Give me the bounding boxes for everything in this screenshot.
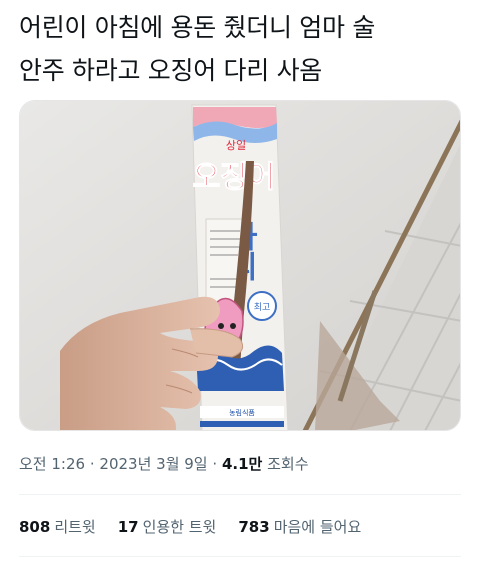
divider — [19, 494, 461, 495]
tweet-stats: 808 리트윗 17 인용한 트윗 783 마음에 들어요 — [19, 516, 383, 537]
likes-count: 783 — [238, 518, 270, 536]
package-badge: 최고 — [254, 302, 271, 313]
retweets-stat[interactable]: 808 리트윗 — [19, 516, 96, 537]
tweet-text: 어린이 아침에 용돈 줬더니 엄마 술 안주 하라고 오징어 다리 사옴 — [19, 13, 376, 85]
squid-package: 상일 오징어 다리 최고 농림식품 — [191, 104, 289, 430]
likes-stat[interactable]: 783 마음에 들어요 — [238, 516, 361, 537]
package-title-line1: 오징어 — [193, 160, 276, 195]
quotes-count: 17 — [117, 518, 139, 536]
quotes-label: 인용한 트윗 — [142, 518, 217, 536]
tweet-photo[interactable]: 상일 오징어 다리 최고 농림식품 — [19, 100, 461, 431]
divider — [19, 556, 461, 557]
retweets-count: 808 — [19, 518, 51, 536]
views-count: 4.1만 — [221, 455, 263, 473]
tweet-time[interactable]: 오전 1:26 — [19, 455, 85, 473]
quotes-stat[interactable]: 17 인용한 트윗 — [118, 516, 217, 537]
meta-separator: · — [212, 455, 218, 473]
likes-label: 마음에 들어요 — [273, 518, 362, 536]
meta-separator: · — [89, 455, 95, 473]
package-brand: 상일 — [226, 138, 246, 152]
retweets-label: 리트윗 — [54, 518, 96, 536]
photo-illustration: 상일 오징어 다리 최고 농림식품 — [20, 101, 460, 430]
tweet-meta: 오전 1:26 · 2023년 3월 9일 · 4.1만 조회수 — [19, 453, 309, 474]
views-label: 조회수 — [267, 455, 309, 473]
package-footer: 농림식품 — [229, 408, 255, 417]
tweet-date[interactable]: 2023년 3월 9일 — [99, 455, 207, 473]
